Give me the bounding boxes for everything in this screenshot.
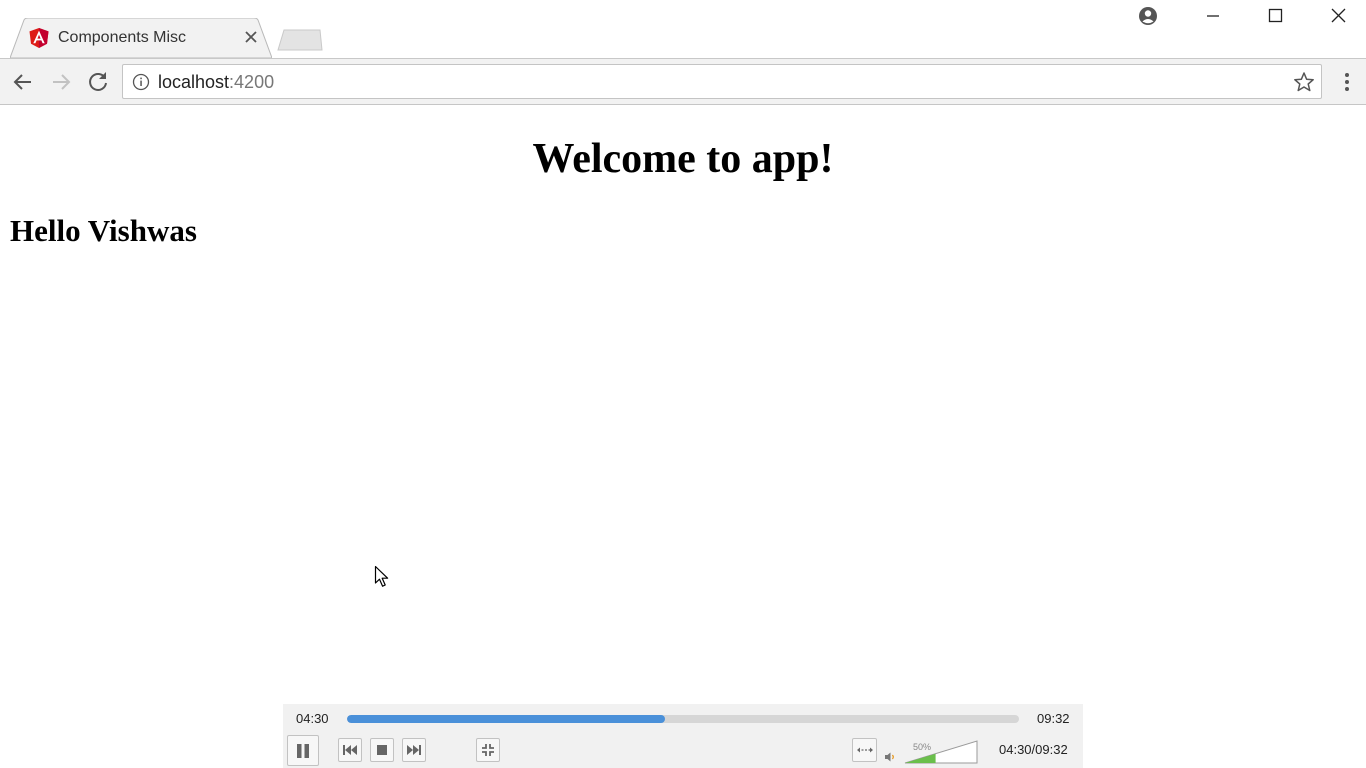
url-port: :4200 [229, 72, 275, 92]
mouse-cursor-icon [374, 565, 389, 587]
exit-fullscreen-button[interactable] [476, 738, 500, 762]
kebab-menu-icon[interactable] [1336, 70, 1358, 94]
seek-bar-progress [347, 715, 665, 723]
page-heading: Welcome to app! [532, 136, 834, 182]
timecode-readout: 04:30/09:32 [999, 742, 1068, 757]
star-icon[interactable] [1293, 71, 1315, 93]
url-host: localhost [158, 72, 230, 92]
address-bar[interactable]: localhost:4200 [122, 64, 1322, 99]
window-close-icon[interactable] [1326, 4, 1350, 28]
pause-icon [297, 743, 309, 758]
close-icon[interactable] [242, 28, 260, 46]
forward-arrow-icon[interactable] [48, 69, 74, 95]
stop-icon [377, 745, 387, 755]
seek-bar[interactable] [347, 715, 1019, 723]
angular-logo-icon [29, 28, 49, 48]
back-arrow-icon[interactable] [10, 69, 36, 95]
skip-forward-icon [407, 745, 421, 755]
exit-fullscreen-icon [482, 744, 494, 756]
speaker-icon[interactable] [884, 751, 896, 763]
profile-icon[interactable] [1136, 4, 1160, 28]
reload-icon[interactable] [85, 69, 111, 95]
volume-label: 50% [913, 742, 932, 752]
aspect-ratio-button[interactable] [852, 738, 877, 762]
current-time: 04:30 [296, 711, 329, 726]
previous-button[interactable] [338, 738, 362, 762]
page-content: Welcome to app! Hello Vishwas [0, 105, 1366, 768]
maximize-icon[interactable] [1263, 4, 1287, 28]
skip-back-icon [343, 745, 357, 755]
browser-toolbar: localhost:4200 [0, 58, 1366, 105]
browser-titlebar: Components Misc [0, 0, 1366, 58]
browser-tab[interactable]: Components Misc [10, 18, 272, 58]
aspect-ratio-icon [856, 747, 873, 753]
pause-button[interactable] [287, 735, 319, 766]
total-time: 09:32 [1037, 711, 1070, 726]
greeting-text: Hello Vishwas [10, 213, 197, 248]
next-button[interactable] [402, 738, 426, 762]
tab-title: Components Misc [58, 29, 187, 46]
video-player-controls: 04:30 09:32 50% 04:30/09:32 [283, 704, 1083, 768]
address-url[interactable]: localhost:4200 [158, 72, 274, 93]
info-icon[interactable] [132, 73, 150, 91]
stop-button[interactable] [370, 738, 394, 762]
minimize-icon[interactable] [1201, 4, 1225, 28]
new-tab-button[interactable] [276, 28, 324, 52]
